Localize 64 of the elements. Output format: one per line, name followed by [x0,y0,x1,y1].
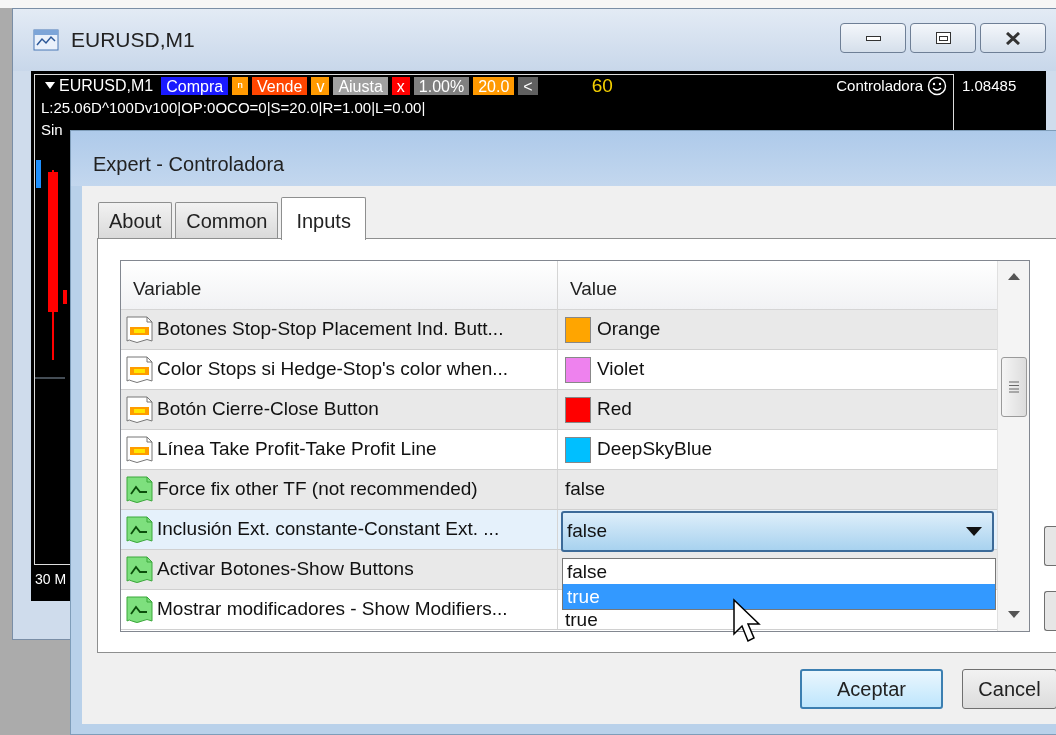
expert-name: Controladora [836,75,923,96]
boolean-parameter-icon [125,475,154,504]
parameter-name: Botón Cierre-Close Button [157,397,379,422]
window-title: EURUSD,M1 [71,27,195,54]
parameter-name: Color Stops si Hedge-Stop's color when... [157,357,509,382]
color-parameter-icon [125,395,154,424]
dropdown-option[interactable]: false [563,559,995,584]
table-row[interactable]: Botones Stop-Stop Placement Ind. Butt... Orange [121,310,997,350]
side-button[interactable] [1044,591,1056,631]
parameter-name: Mostrar modificadores - Show Modifiers... [157,597,508,622]
boolean-parameter-icon [125,555,154,584]
chart-button[interactable]: Compra [161,77,229,95]
grip-icon [1009,381,1019,393]
table-row[interactable]: Force fix other TF (not recommended) false [121,470,997,510]
smiley-icon [927,76,947,96]
cancel-button[interactable]: Cancel [962,669,1056,709]
chart-button[interactable]: 1.00% [413,77,470,95]
color-parameter-icon [125,435,154,464]
scroll-up-icon [1007,273,1020,281]
chart-button[interactable]: < [518,77,538,95]
boolean-parameter-icon [125,515,154,544]
maximize-icon [935,32,951,44]
chart-button[interactable]: x [391,77,410,95]
parameter-value: DeepSkyBlue [597,437,713,462]
color-parameter-icon [125,315,154,344]
symbol-label: EURUSD,M1 [59,76,154,96]
table-row[interactable]: Botón Cierre-Close Button Red [121,390,997,430]
column-header[interactable]: Value [558,261,997,309]
parameter-name: Force fix other TF (not recommended) [157,477,478,502]
tab[interactable]: Inputs [281,197,366,240]
chart-window-icon [33,27,61,53]
dropdown-caret-icon[interactable] [45,82,55,90]
tab[interactable]: Common [175,202,279,239]
parameter-name: Línea Take Profit-Take Profit Line [157,437,437,462]
boolean-parameter-icon [125,595,154,624]
parameter-name: Inclusión Ext. constante-Constant Ext. ... [157,517,500,542]
parameter-value: true [565,610,598,629]
close-button[interactable] [980,23,1046,53]
maximize-button[interactable] [910,23,976,53]
side-button[interactable] [1044,526,1056,566]
parameter-value: Red [597,397,632,422]
chart-text: Sin [40,120,64,140]
status-line: L:25.06D^100Dv100|OP:0OCO=0|S=20.0|R=1.00|L=0.00| [40,98,427,118]
price-label: 1.08485 [962,77,1017,94]
minimize-icon [865,35,881,41]
column-header[interactable]: Variable [121,261,558,309]
parameter-name: Activar Botones-Show Buttons [157,557,414,582]
dropdown-caret-icon [966,526,982,537]
color-parameter-icon [125,355,154,384]
period-value: 60 [591,73,613,98]
scrollbar[interactable] [997,261,1029,631]
tab[interactable]: About [98,202,173,239]
parameter-value: Violet [597,357,645,382]
minimize-button[interactable] [840,23,906,53]
parameter-name: Botones Stop-Stop Placement Ind. Butt... [157,317,504,342]
parameter-value: Orange [597,317,661,342]
table-row[interactable]: Inclusión Ext. constante-Constant Ext. ... false [121,510,997,550]
dialog-title: Expert - Controladora [71,131,1056,186]
time-axis-label: 30 M [35,570,67,589]
parameter-value: false [565,477,606,502]
scroll-down-icon [1008,611,1020,619]
value-dropdown[interactable]: false [561,511,994,552]
ok-button[interactable]: Aceptar [800,669,943,709]
close-icon [1006,31,1020,45]
